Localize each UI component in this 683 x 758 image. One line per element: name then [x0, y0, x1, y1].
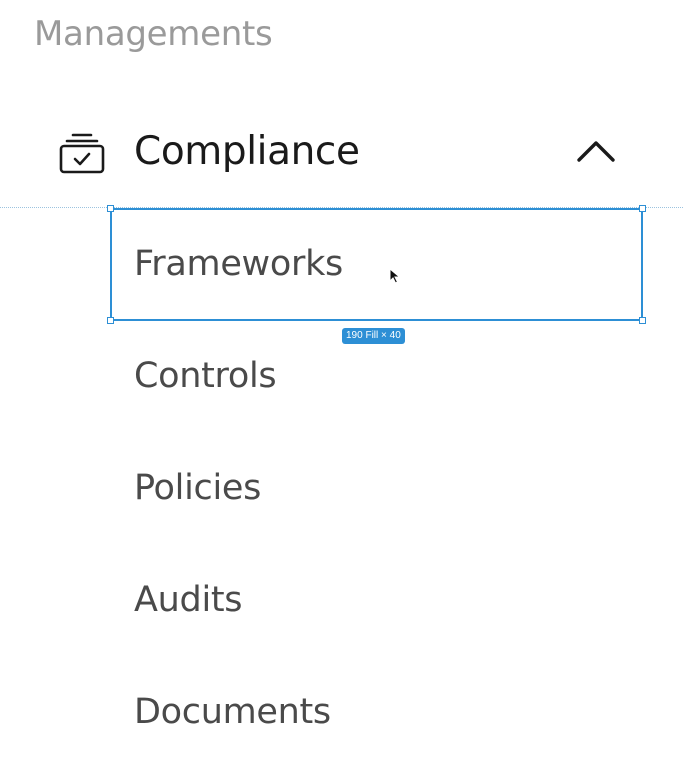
clipboard-check-icon: [58, 126, 106, 176]
compliance-label: Compliance: [134, 128, 360, 174]
mouse-cursor-icon: [389, 268, 401, 284]
selection-frame[interactable]: [107, 205, 646, 324]
resize-handle-bottom-right[interactable]: [639, 317, 646, 324]
nav-item-audits[interactable]: Audits: [134, 583, 243, 618]
section-title: Managements: [34, 14, 273, 54]
resize-handle-bottom-left[interactable]: [107, 317, 114, 324]
sidebar-canvas: Managements Compliance Frameworks Contro…: [0, 0, 683, 758]
nav-item-controls[interactable]: Controls: [134, 359, 277, 394]
resize-handle-top-right[interactable]: [639, 205, 646, 212]
size-badge: 190 Fill × 40: [342, 328, 405, 344]
nav-item-policies[interactable]: Policies: [134, 471, 261, 506]
nav-item-documents[interactable]: Documents: [134, 695, 331, 730]
chevron-up-icon[interactable]: [574, 132, 618, 170]
resize-handle-top-left[interactable]: [107, 205, 114, 212]
compliance-group-header[interactable]: Compliance: [58, 118, 618, 184]
